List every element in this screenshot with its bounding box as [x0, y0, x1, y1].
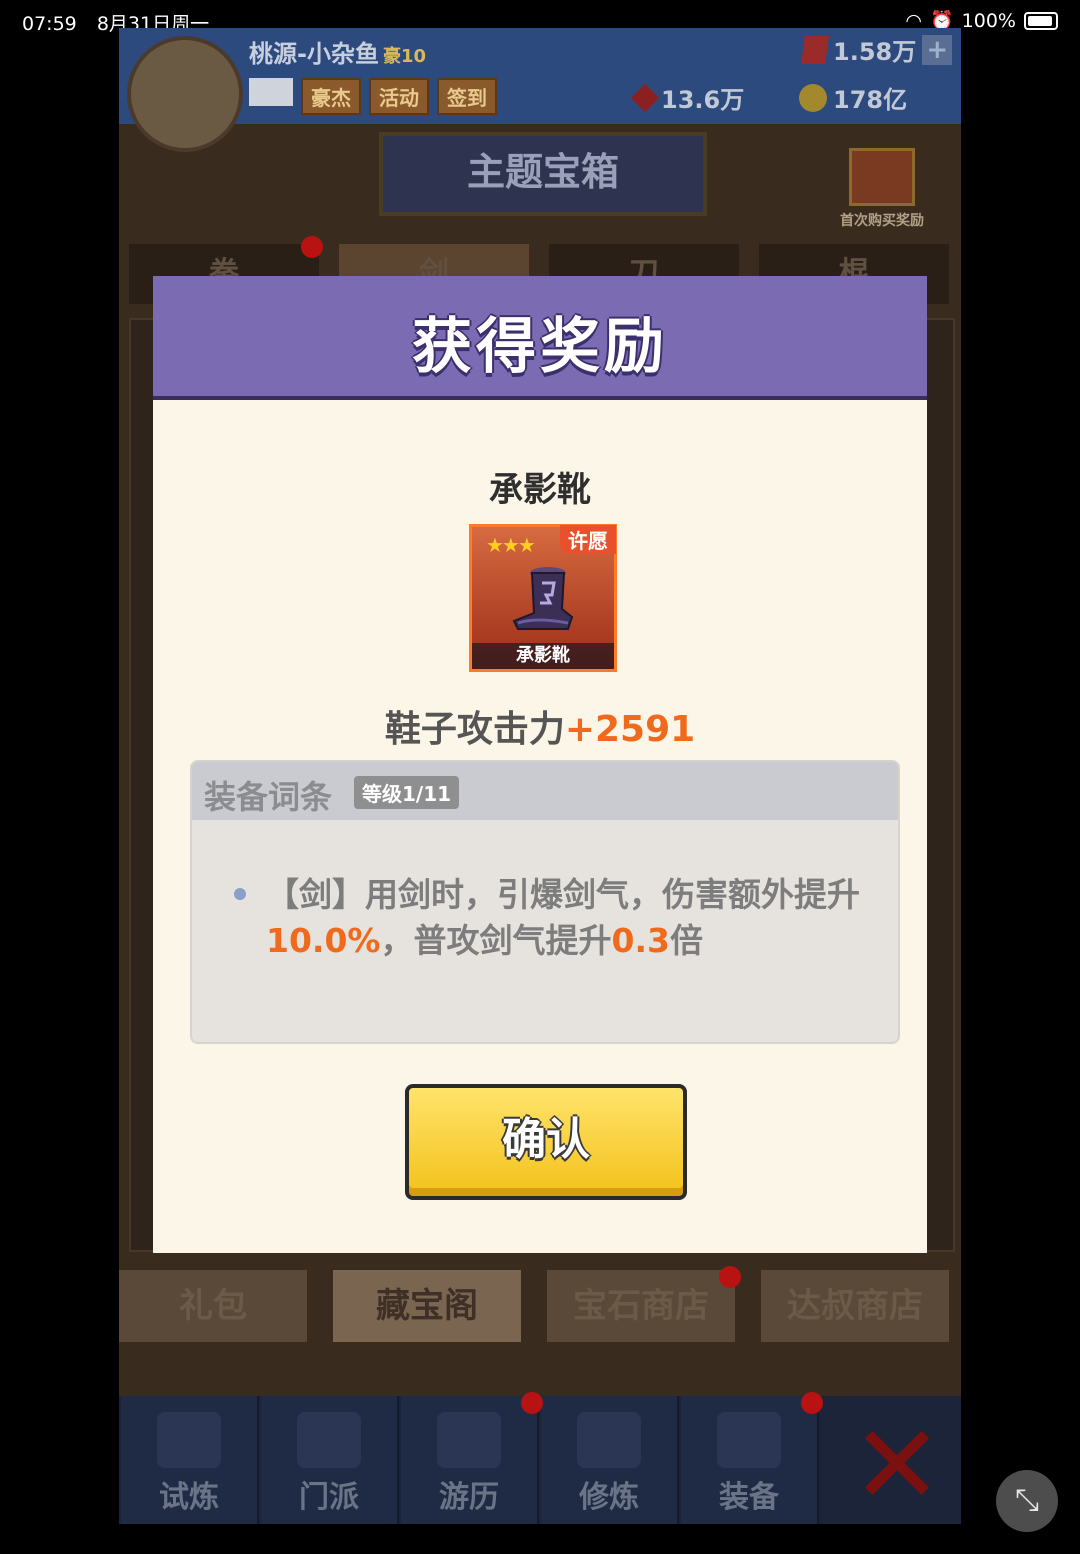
stat-label: 鞋子攻击力 [384, 709, 565, 750]
player-avatar[interactable] [127, 36, 243, 152]
notification-dot [719, 1266, 741, 1288]
notification-dot [521, 1392, 543, 1414]
nav-equipment[interactable]: 装备 [681, 1396, 819, 1524]
dialog-title: 获得奖励 [412, 312, 668, 382]
affix-header: 装备词条 等级1/11 [192, 762, 898, 820]
top-buttons: 豪杰 活动 签到 [249, 78, 497, 115]
nav-cultivate[interactable]: 修炼 [541, 1396, 679, 1524]
wish-badge: 许愿 [560, 525, 616, 554]
affix-text-part2: ，普攻剑气提升 [380, 921, 612, 960]
sword-icon [717, 1412, 781, 1468]
confirm-button[interactable]: 确认 [405, 1084, 687, 1200]
stat-line: 鞋子攻击力+2591 [153, 700, 927, 752]
stat-value: +2591 [564, 709, 696, 750]
coin-amount: 178亿 [833, 86, 908, 114]
reward-dialog: 获得奖励 承影靴 ★★★ 许愿 承影靴 鞋子攻击力+2591 装备词条 等级1/… [153, 276, 927, 1253]
shop-tabs: 礼包 藏宝阁 宝石商店 达叔商店 [119, 1266, 961, 1342]
first-purchase-reward[interactable]: 首次购买奖励 [827, 148, 937, 230]
token-currency: 13.6万 [630, 80, 745, 115]
notification-dot [801, 1392, 823, 1414]
activity-button[interactable]: 活动 [369, 78, 429, 115]
nav-travel-label: 游历 [439, 1480, 499, 1515]
nav-trial-label: 试炼 [159, 1480, 219, 1515]
add-gems-button[interactable]: + [922, 34, 953, 65]
affix-text-part3: 倍 [669, 921, 703, 960]
card-label: 承影靴 [472, 643, 614, 669]
nav-sect[interactable]: 门派 [261, 1396, 399, 1524]
first-purchase-label: 首次购买奖励 [840, 213, 924, 229]
boot-icon [512, 567, 574, 630]
top-bar: 桃源-小杂鱼 豪10 豪杰 活动 签到 1.58万 + 13.6万 178亿 [119, 28, 961, 152]
nav-equipment-label: 装备 [719, 1480, 779, 1515]
affix-title: 装备词条 [204, 778, 333, 816]
chest-icon [849, 148, 915, 206]
heroes-button[interactable]: 豪杰 [301, 78, 361, 115]
nav-travel[interactable]: 游历 [401, 1396, 539, 1524]
star-rating: ★★★ [486, 533, 536, 557]
ninja-icon [157, 1412, 221, 1468]
player-name-text: 桃源-小杂鱼 [249, 40, 379, 68]
nav-trial[interactable]: 试炼 [121, 1396, 259, 1524]
affix-level-badge: 等级1/11 [354, 776, 460, 809]
signin-button[interactable]: 签到 [437, 78, 497, 115]
gem-amount: 1.58万 [833, 38, 917, 66]
tab-gift-pack[interactable]: 礼包 [119, 1270, 307, 1342]
bottom-nav: 试炼 门派 游历 修炼 装备 ✕ [119, 1392, 961, 1524]
battery-icon [1024, 11, 1058, 30]
coin-currency: 178亿 [799, 80, 907, 115]
token-icon [630, 83, 660, 112]
bullet-icon [234, 888, 246, 900]
affix-highlight-2: 0.3 [611, 921, 670, 960]
gem-currency: 1.58万 + [801, 32, 953, 67]
nav-sect-label: 门派 [299, 1480, 359, 1515]
vip-badge: 豪10 [382, 46, 427, 67]
tab-uncle-shop[interactable]: 达叔商店 [761, 1270, 949, 1342]
affix-description: 【剑】用剑时，引爆剑气，伤害额外提升 10.0%，普攻剑气提升0.3倍 [266, 872, 866, 964]
mail-icon[interactable] [249, 78, 293, 106]
temple-icon [297, 1412, 361, 1468]
notification-dot [301, 236, 323, 258]
status-time: 07:59 [22, 13, 77, 35]
dialog-header: 获得奖励 [153, 276, 927, 400]
page-title: 主题宝箱 [379, 132, 707, 216]
affix-highlight-1: 10.0% [266, 921, 381, 960]
affix-box: 装备词条 等级1/11 【剑】用剑时，引爆剑气，伤害额外提升 10.0%，普攻剑气… [190, 760, 900, 1044]
gem-icon [801, 35, 829, 64]
item-card[interactable]: ★★★ 许愿 承影靴 [469, 524, 617, 672]
book-icon [577, 1412, 641, 1468]
tab-treasure-pavilion[interactable]: 藏宝阁 [333, 1270, 521, 1342]
coin-icon [799, 83, 827, 112]
token-amount: 13.6万 [661, 86, 745, 114]
item-name: 承影靴 [489, 470, 591, 510]
mountain-icon [437, 1412, 501, 1468]
close-icon[interactable]: ✕ [849, 1410, 945, 1520]
battery-percent: 100% [961, 9, 1016, 32]
minimize-icon[interactable]: ⤡ [996, 1470, 1058, 1532]
affix-text-part1: 【剑】用剑时，引爆剑气，伤害额外提升 [266, 875, 860, 914]
nav-cultivate-label: 修炼 [579, 1480, 639, 1515]
player-name: 桃源-小杂鱼 豪10 [249, 34, 426, 69]
tab-gem-shop[interactable]: 宝石商店 [547, 1270, 735, 1342]
